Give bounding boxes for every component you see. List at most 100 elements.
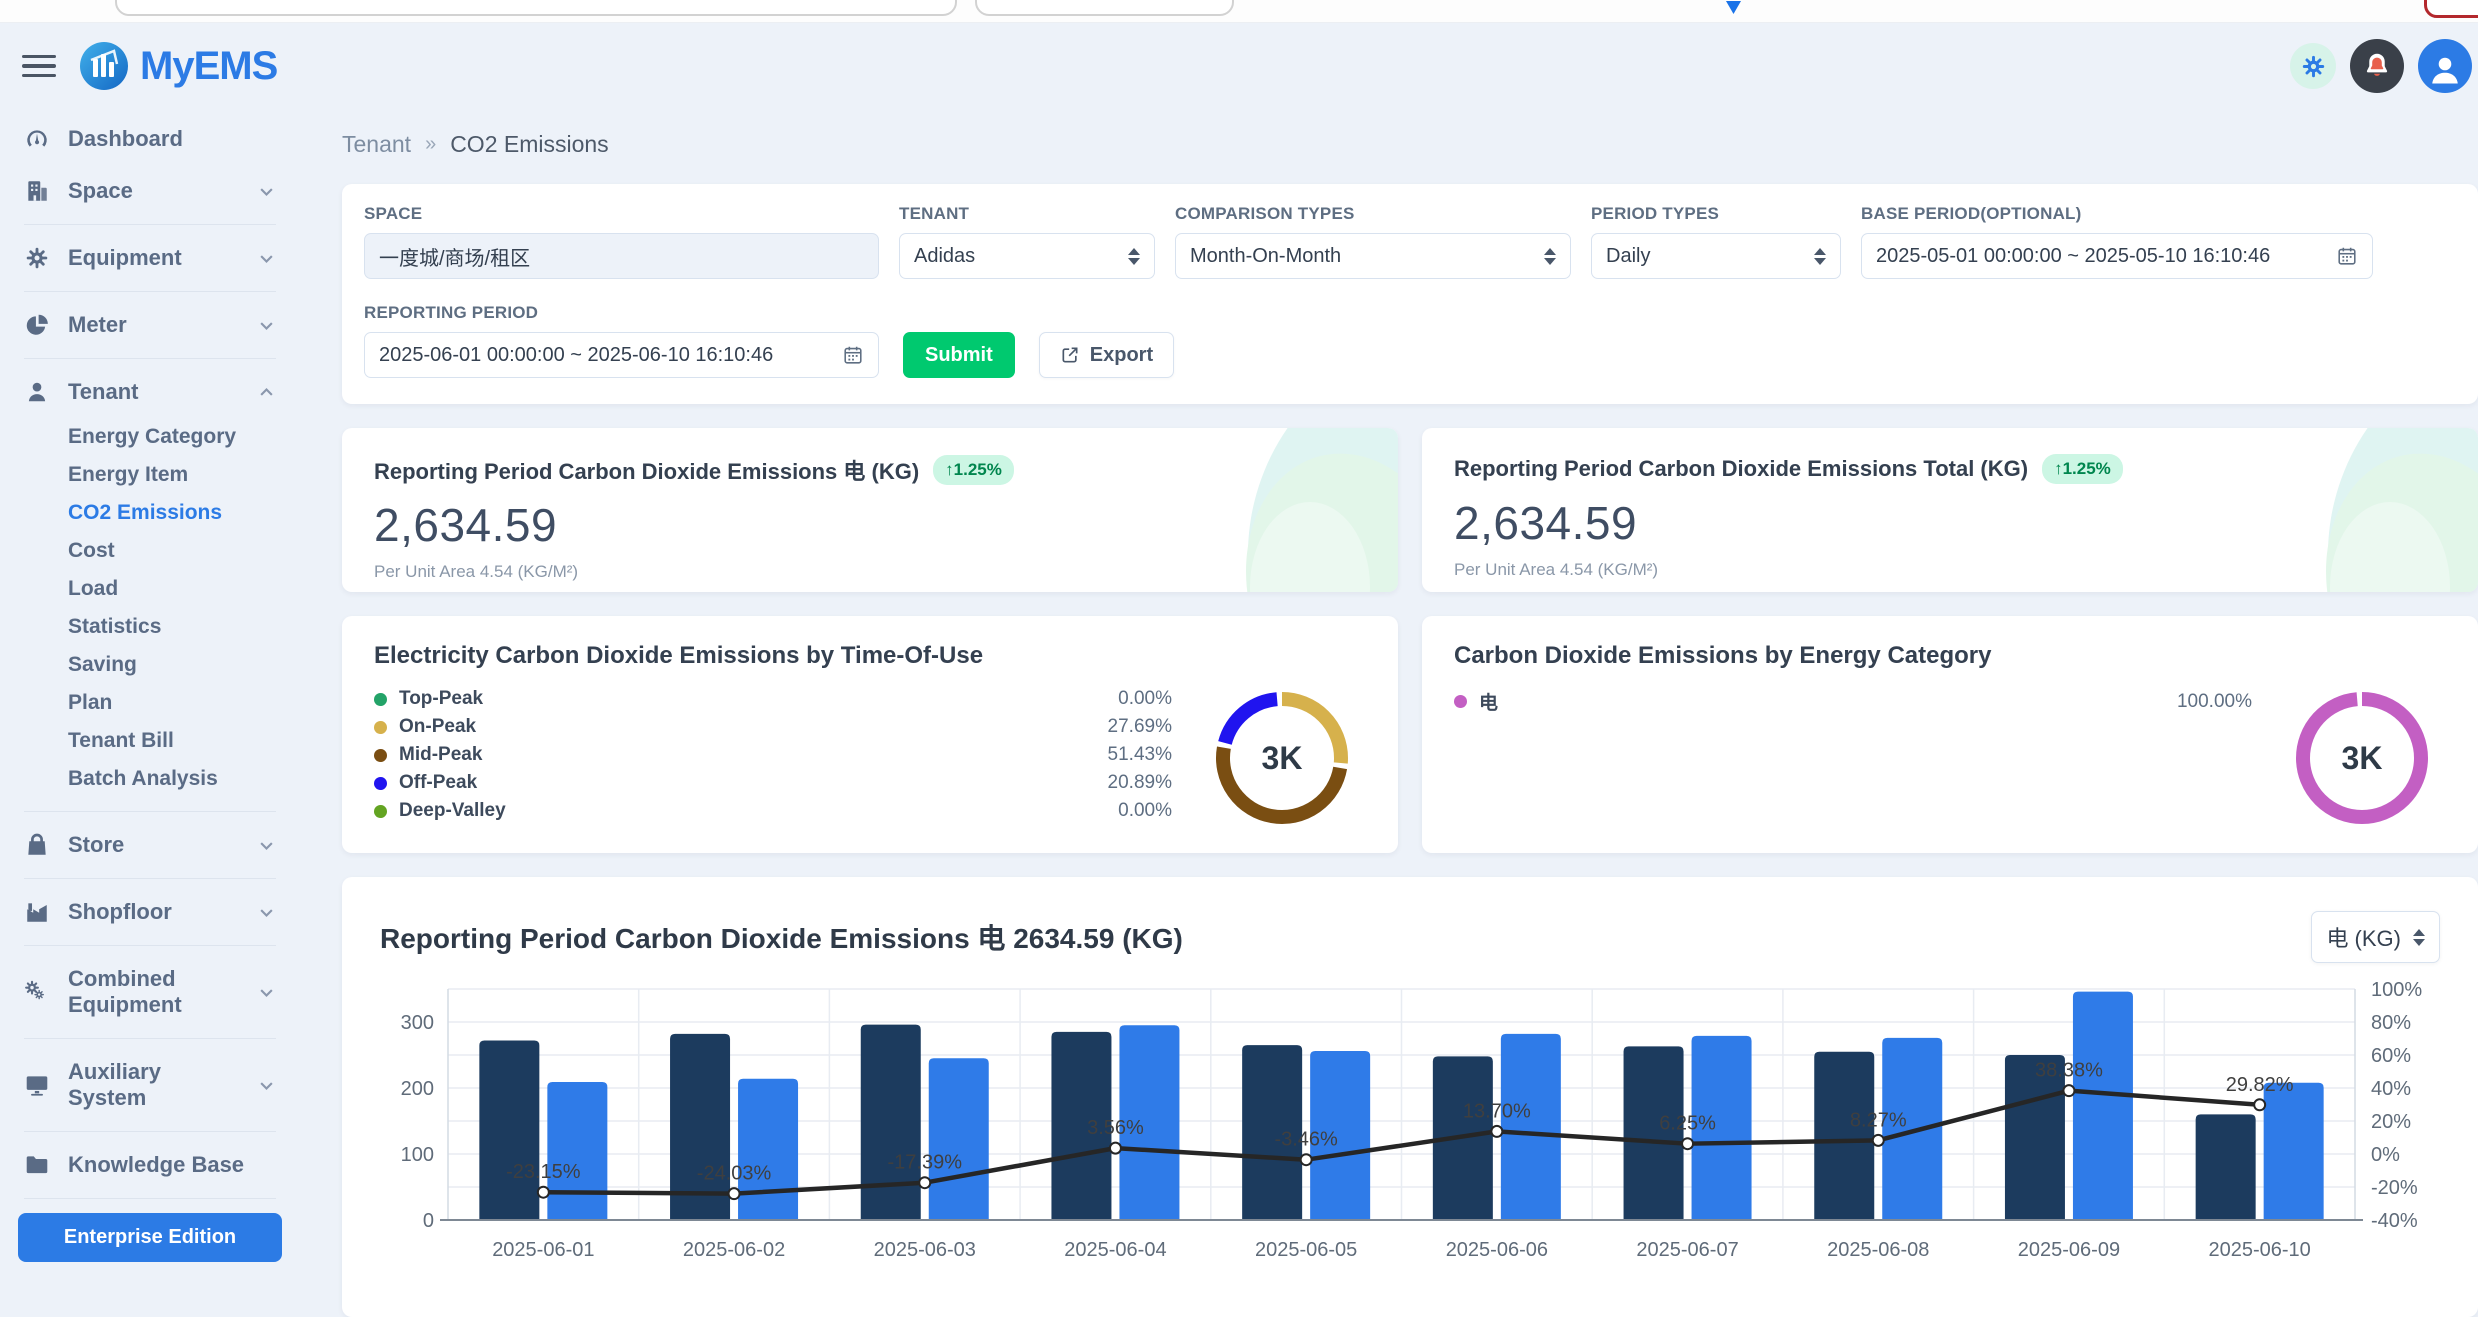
sidebar-subitem-cost[interactable]: Cost [68,532,282,570]
kpi-card-electricity: Reporting Period Carbon Dioxide Emission… [342,428,1398,592]
sidebar-item-auxiliary-system[interactable]: Auxiliary System [18,1046,282,1124]
svg-text:3.56%: 3.56% [1087,1117,1144,1139]
gauge-icon [24,126,50,152]
sidebar-divider [24,1198,276,1199]
select-arrows-icon [1128,248,1140,265]
donut-chart-svg: 3K [2278,674,2446,842]
sidebar-divider [24,358,276,359]
building-icon [24,178,50,204]
tenant-select[interactable]: Adidas [899,233,1155,279]
sidebar-items: DashboardSpaceEquipmentMeterTenantEnergy… [18,113,282,1191]
export-button[interactable]: Export [1039,332,1174,378]
person-icon [24,379,50,405]
sidebar-item-equipment[interactable]: Equipment [18,232,282,284]
svg-text:300: 300 [401,1012,434,1034]
sidebar-subitem-tenant-bill[interactable]: Tenant Bill [68,722,282,760]
chevron-up-icon [257,383,276,402]
legend-dot [1454,695,1467,708]
myems-logo-icon [78,40,130,92]
kpi-footnote: Per Unit Area 4.54 (KG/M²) [1454,560,2446,580]
tou-emissions-card: Electricity Carbon Dioxide Emissions by … [342,616,1398,853]
svg-text:-20%: -20% [2371,1177,2418,1199]
kpi-title: Reporting Period Carbon Dioxide Emission… [1454,456,2028,482]
period-types-select[interactable]: Daily [1591,233,1841,279]
legend-dot [374,777,387,790]
svg-text:2025-06-08: 2025-06-08 [1827,1239,1929,1261]
sidebar-subitem-load[interactable]: Load [68,570,282,608]
svg-text:-24.03%: -24.03% [697,1163,772,1185]
app-logo[interactable]: MyEMS [78,40,277,92]
sidebar-item-space[interactable]: Space [18,165,282,217]
pie-icon [24,312,50,338]
sidebar-item-combined-equipment[interactable]: Combined Equipment [18,953,282,1031]
comparison-types-select[interactable]: Month-On-Month [1175,233,1571,279]
legend-label: Deep-Valley [399,800,506,822]
legend-dot [374,693,387,706]
tou-donut-chart: 3K [1198,674,1366,847]
sidebar-item-shopfloor[interactable]: Shopfloor [18,886,282,938]
breadcrumb: Tenant » CO2 Emissions [342,131,2478,158]
kpi-value: 2,634.59 [1454,496,2446,550]
settings-gear-button[interactable] [2290,43,2336,89]
calendar-icon [842,344,864,366]
sidebar-subitem-saving[interactable]: Saving [68,646,282,684]
energy-category-donut-chart: 3K [2278,674,2446,847]
breadcrumb-separator: » [425,133,436,156]
svg-text:2025-06-10: 2025-06-10 [2208,1239,2310,1261]
energy-category-legend: 电100.00% [1454,686,2252,715]
sidebar-divider [24,811,276,812]
svg-text:100%: 100% [2371,979,2422,1001]
legend-item-: 电100.00% [1454,688,2252,715]
legend-item-deep-valley: Deep-Valley 0.00% [374,800,1172,822]
space-input[interactable] [364,233,879,279]
legend-percent: 20.89% [1108,772,1172,794]
hamburger-menu-button[interactable] [22,55,56,78]
sidebar-subitem-plan[interactable]: Plan [68,684,282,722]
submit-button[interactable]: Submit [903,332,1015,378]
sidebar-item-knowledge-base[interactable]: Knowledge Base [18,1139,282,1191]
sidebar-subitem-co2-emissions[interactable]: CO2 Emissions [68,494,282,532]
base-period-label: BASE PERIOD(OPTIONAL) [1861,204,2373,224]
gears-icon [24,979,50,1005]
sidebar-item-dashboard[interactable]: Dashboard [18,113,282,165]
gear-icon [2300,53,2327,80]
sidebar-item-meter[interactable]: Meter [18,299,282,351]
chevron-down-icon [257,182,276,201]
breadcrumb-tenant[interactable]: Tenant [342,131,411,158]
svg-text:40%: 40% [2371,1078,2411,1100]
legend-percent: 0.00% [1118,800,1172,822]
legend-percent: 51.43% [1108,744,1172,766]
legend-label: Top-Peak [399,688,483,710]
svg-text:13.70%: 13.70% [1463,1100,1531,1122]
sidebar-subitem-batch-analysis[interactable]: Batch Analysis [68,760,282,798]
sidebar-subitem-statistics[interactable]: Statistics [68,608,282,646]
reporting-period-label: REPORTING PERIOD [364,303,879,323]
reporting-period-input[interactable]: 2025-06-01 00:00:00 ~ 2025-06-10 16:10:4… [364,332,879,378]
select-arrows-icon [1814,248,1826,265]
svg-text:0: 0 [423,1210,434,1232]
browser-box-remnant [975,0,1234,16]
svg-text:100: 100 [401,1144,434,1166]
sidebar-subitem-energy-category[interactable]: Energy Category [68,418,282,456]
bag-icon [24,832,50,858]
svg-text:3K: 3K [1262,740,1303,776]
sidebar-item-store[interactable]: Store [18,819,282,871]
chevron-down-icon [257,249,276,268]
user-avatar-button[interactable] [2418,39,2472,93]
main-content: Tenant » CO2 Emissions SPACE TENANT Adid… [300,109,2478,1317]
legend-label: Mid-Peak [399,744,482,766]
base-period-input[interactable]: 2025-05-01 00:00:00 ~ 2025-05-10 16:10:4… [1861,233,2373,279]
sidebar-item-tenant[interactable]: Tenant [18,366,282,418]
kpi-title: Reporting Period Carbon Dioxide Emission… [374,454,919,486]
enterprise-edition-button[interactable]: Enterprise Edition [18,1213,282,1262]
svg-text:38.38%: 38.38% [2035,1060,2103,1082]
select-arrows-icon [1544,248,1556,265]
legend-item-off-peak: Off-Peak20.89% [374,772,1172,794]
unit-select[interactable]: 电 (KG) [2311,911,2440,963]
legend-percent: 100.00% [2177,691,2252,713]
sidebar-subitem-energy-item[interactable]: Energy Item [68,456,282,494]
person-icon [2427,52,2463,88]
svg-text:2025-06-09: 2025-06-09 [2018,1239,2120,1261]
notifications-bell-button[interactable] [2350,39,2404,93]
bar-chart-svg: 0100200300100%80%60%40%20%0%-20%-40%2025… [380,975,2440,1275]
